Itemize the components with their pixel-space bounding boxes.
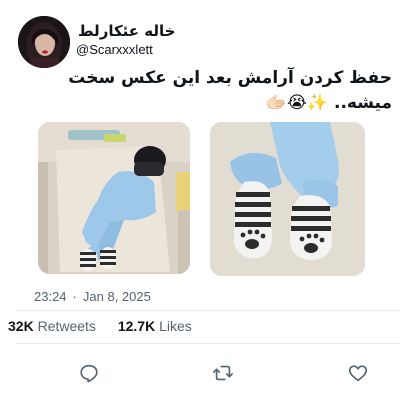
tweet-photo-1[interactable]: [38, 122, 190, 274]
tweet-text-line-2: میشه.. ✨😭🫱🏻: [8, 91, 392, 116]
top-strip: [0, 0, 400, 8]
tweet-photo-2[interactable]: [210, 122, 365, 276]
tweet-header: خاله عئکارلط @Scarxxxlett: [0, 8, 400, 70]
tweet-text: حفظ کردن آرامش بعد این عکس سخت میشه.. ✨😭…: [8, 66, 392, 116]
display-name[interactable]: خاله عئکارلط: [78, 22, 175, 40]
tweet-date: Jan 8, 2025: [82, 289, 151, 304]
tweet-actions: [0, 358, 400, 388]
like-button[interactable]: [343, 358, 373, 388]
retweet-button[interactable]: [208, 358, 238, 388]
likes-stat[interactable]: 12.7K Likes: [118, 318, 192, 334]
tweet-text-line-1: حفظ کردن آرامش بعد این عکس سخت: [68, 68, 392, 88]
divider: [16, 343, 400, 344]
likes-label: Likes: [159, 318, 192, 334]
likes-count: 12.7K: [117, 318, 156, 334]
tweet-stats: 32K Retweets 12.7K Likes: [8, 318, 192, 334]
avatar[interactable]: [18, 16, 70, 68]
heart-icon: [348, 365, 368, 382]
timestamp-separator: ·: [72, 289, 77, 304]
user-handle[interactable]: @Scarxxxlett: [76, 42, 153, 57]
retweets-label: Retweets: [37, 318, 96, 334]
tweet-timestamp[interactable]: 23:24 · Jan 8, 2025: [34, 289, 151, 304]
retweets-stat[interactable]: 32K Retweets: [8, 318, 96, 334]
tweet-text-word: میشه..: [334, 93, 392, 113]
reply-button[interactable]: [74, 358, 104, 388]
reply-icon: [80, 364, 98, 383]
tweet-emojis: ✨😭🫱🏻: [265, 93, 329, 113]
retweet-icon: [213, 365, 233, 381]
tweet-time: 23:24: [34, 289, 67, 304]
retweets-count: 32K: [8, 318, 34, 334]
divider: [16, 310, 400, 311]
